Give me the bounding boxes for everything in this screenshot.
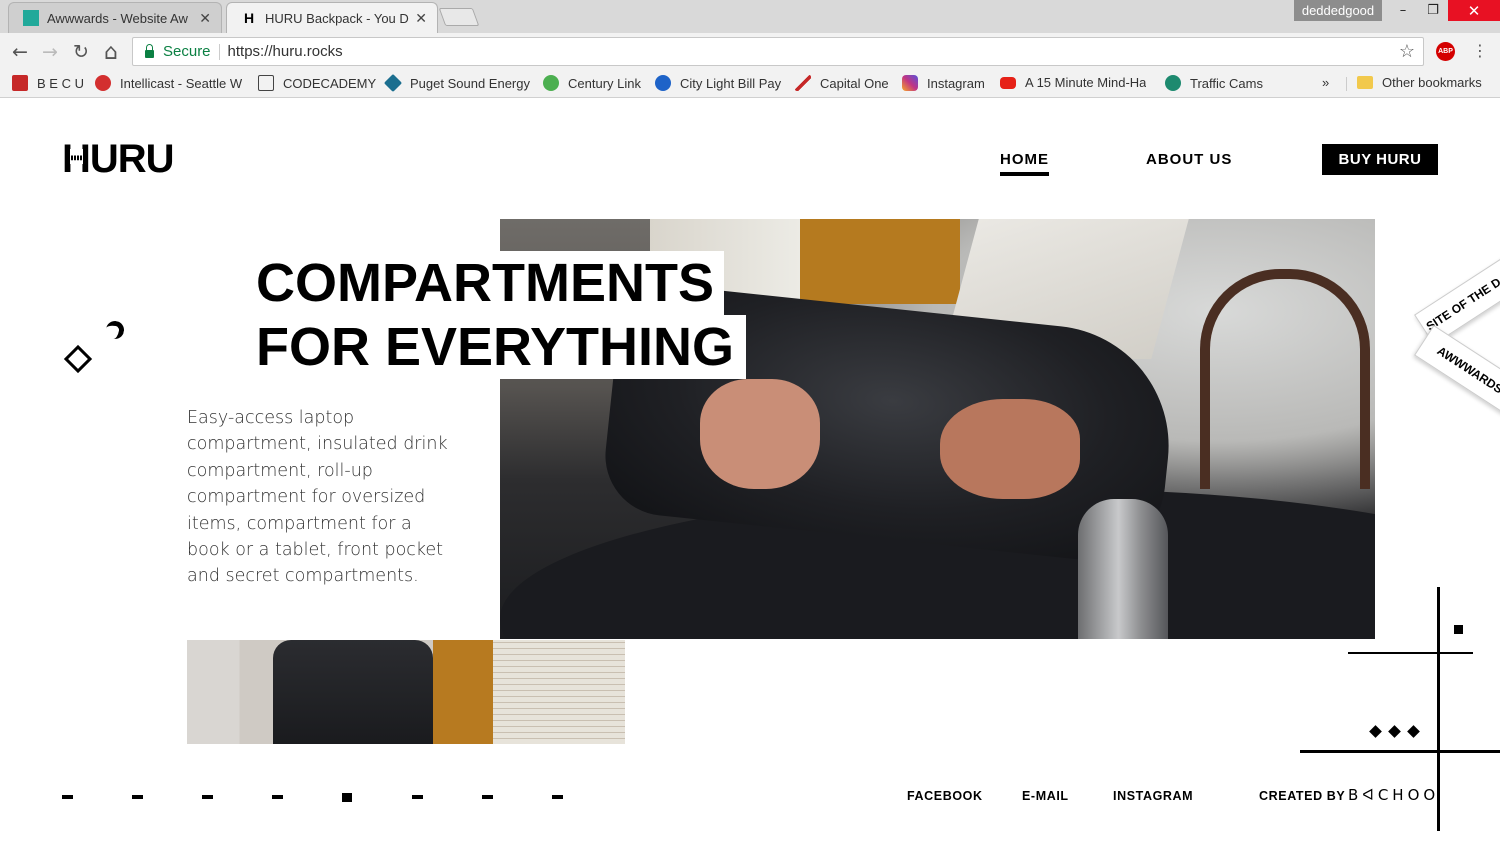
lock-icon bbox=[145, 43, 154, 58]
slide-pager bbox=[62, 793, 572, 803]
adblock-plus-icon[interactable]: ABP bbox=[1436, 42, 1455, 61]
pse-icon bbox=[383, 73, 403, 93]
divider bbox=[1346, 77, 1347, 91]
logo-stripes bbox=[70, 149, 84, 164]
reload-icon[interactable]: ↻ bbox=[69, 40, 93, 64]
centurylink-icon bbox=[543, 75, 559, 91]
browser-menu-icon[interactable]: ⋮ bbox=[1472, 41, 1488, 60]
youtube-icon bbox=[1000, 76, 1016, 89]
tab-title: HURU Backpack - You D bbox=[265, 10, 409, 26]
close-tab-icon[interactable]: ✕ bbox=[199, 10, 211, 27]
headline-line-2: FOR EVERYTHING bbox=[256, 315, 747, 379]
maximize-icon[interactable]: ❐ bbox=[1418, 0, 1448, 21]
footer-created-by: CREATED BY bbox=[1259, 789, 1346, 803]
bookmark-capital-one[interactable]: Capital One bbox=[795, 75, 889, 91]
browser-toolbar: ← → ↻ ⌂ Secure https://huru.rocks ☆ ABP … bbox=[0, 33, 1500, 70]
decorative-line bbox=[1300, 750, 1500, 753]
other-bookmarks[interactable]: Other bookmarks bbox=[1357, 75, 1482, 90]
pager-dot[interactable] bbox=[62, 795, 73, 799]
back-arrow-icon[interactable]: ← bbox=[8, 40, 32, 64]
pager-dot-active[interactable] bbox=[342, 793, 352, 802]
tab-strip: Awwwards - Website Aw ✕ H HURU Backpack … bbox=[0, 0, 1500, 33]
badge-site-of-the-day: SITE OF THE DAY bbox=[1414, 254, 1500, 346]
close-window-icon[interactable]: ✕ bbox=[1448, 0, 1500, 21]
arc-shape-icon bbox=[104, 319, 126, 341]
bookmark-puget-sound-energy[interactable]: Puget Sound Energy bbox=[383, 73, 530, 93]
forward-arrow-icon[interactable]: → bbox=[38, 40, 62, 64]
divider bbox=[218, 43, 220, 60]
badge-awwwards: AWWWARDS bbox=[1414, 324, 1500, 416]
awwwards-favicon-icon bbox=[23, 10, 39, 26]
nav-home[interactable]: HOME bbox=[1000, 151, 1049, 176]
address-bar[interactable]: Secure https://huru.rocks ☆ bbox=[132, 37, 1424, 66]
profile-button[interactable]: deddedgood bbox=[1294, 0, 1382, 21]
pager-dot[interactable] bbox=[482, 795, 493, 799]
intellicast-icon bbox=[95, 75, 111, 91]
new-tab-button[interactable] bbox=[438, 8, 480, 26]
decorative-square bbox=[1454, 625, 1463, 634]
secondary-image-thumbnail[interactable] bbox=[187, 640, 625, 744]
awwwards-site-of-the-day-badge[interactable]: SITE OF THE DAY AWWWARDS bbox=[1405, 254, 1500, 416]
tab-huru[interactable]: H HURU Backpack - You D ✕ bbox=[226, 2, 438, 33]
secure-label: Secure bbox=[163, 43, 211, 60]
bookmark-century-link[interactable]: Century Link bbox=[543, 75, 641, 91]
feature-description: Easy-access laptop compartment, insulate… bbox=[187, 408, 448, 587]
bookmarks-bar: B E C U Intellicast - Seattle W CODECADE… bbox=[0, 70, 1500, 98]
pager-dot[interactable] bbox=[552, 795, 563, 799]
footer-instagram-link[interactable]: INSTAGRAM bbox=[1113, 789, 1193, 803]
huru-favicon-icon: H bbox=[243, 10, 255, 26]
bookmark-intellicast[interactable]: Intellicast - Seattle W bbox=[95, 75, 242, 91]
footer-facebook-link[interactable]: FACEBOOK bbox=[907, 789, 983, 803]
diamond-shape-icon bbox=[63, 344, 93, 374]
more-bookmarks-icon[interactable]: » bbox=[1322, 75, 1329, 90]
pager-dot[interactable] bbox=[412, 795, 423, 799]
url-text[interactable]: https://huru.rocks bbox=[228, 43, 343, 60]
minimize-icon[interactable]: – bbox=[1388, 0, 1418, 21]
codecademy-icon bbox=[258, 75, 274, 91]
huru-page: HURU HOME ABOUT US BUY HURU COMPARTMENTS… bbox=[0, 99, 1500, 843]
home-icon[interactable]: ⌂ bbox=[99, 40, 123, 65]
decorative-line bbox=[1348, 652, 1473, 654]
bookmark-instagram[interactable]: Instagram bbox=[902, 75, 985, 91]
close-tab-icon[interactable]: ✕ bbox=[415, 10, 427, 27]
tab-title: Awwwards - Website Aw bbox=[47, 10, 188, 26]
pager-dot[interactable] bbox=[272, 795, 283, 799]
bachoo-agency-link[interactable]: BᐊCHOO bbox=[1348, 786, 1439, 804]
huru-logo[interactable]: HURU bbox=[62, 139, 175, 179]
traffic-icon bbox=[1165, 75, 1181, 91]
decorative-dots bbox=[1369, 725, 1420, 738]
tab-awwwards[interactable]: Awwwards - Website Aw ✕ bbox=[8, 2, 222, 33]
nav-about-us[interactable]: ABOUT US bbox=[1146, 151, 1232, 168]
bookmark-traffic-cams[interactable]: Traffic Cams bbox=[1165, 75, 1263, 91]
instagram-icon bbox=[902, 75, 918, 91]
becu-icon bbox=[12, 75, 28, 91]
headline-line-1: COMPARTMENTS bbox=[256, 251, 724, 315]
folder-icon bbox=[1357, 76, 1373, 89]
bookmark-becu[interactable]: B E C U bbox=[12, 75, 84, 91]
bookmark-codecademy[interactable]: CODECADEMY bbox=[258, 75, 376, 91]
globe-icon bbox=[655, 75, 671, 91]
footer-email-link[interactable]: E-MAIL bbox=[1022, 789, 1069, 803]
pager-dot[interactable] bbox=[132, 795, 143, 799]
bookmark-star-icon[interactable]: ☆ bbox=[1399, 41, 1415, 62]
bookmark-city-light-bill-pay[interactable]: City Light Bill Pay bbox=[655, 75, 781, 91]
pager-dot[interactable] bbox=[202, 795, 213, 799]
buy-huru-button[interactable]: BUY HURU bbox=[1322, 144, 1438, 175]
bookmark-youtube[interactable]: A 15 Minute Mind-Ha bbox=[1000, 75, 1146, 90]
capitalone-icon bbox=[795, 75, 811, 91]
